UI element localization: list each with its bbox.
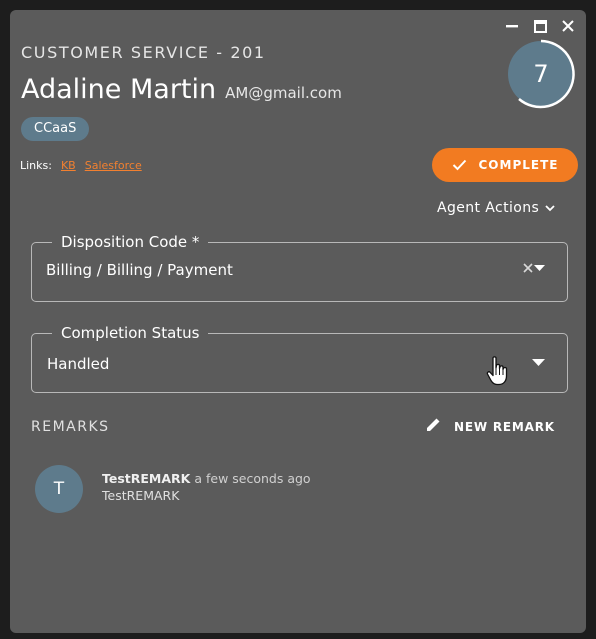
maximize-icon[interactable] xyxy=(532,18,548,34)
agent-actions-label: Agent Actions xyxy=(437,200,540,216)
customer-panel: CUSTOMER SERVICE - 201 Adaline Martin AM… xyxy=(10,10,586,633)
disposition-code-label: Disposition Code * xyxy=(52,233,209,251)
avatar: T xyxy=(35,465,83,513)
link-kb[interactable]: KB xyxy=(61,159,76,172)
links-row: Links: KB Salesforce xyxy=(20,159,142,172)
disposition-code-controls xyxy=(523,263,545,273)
disposition-code-field[interactable]: Disposition Code * Billing / Billing / P… xyxy=(31,233,568,302)
links-label: Links: xyxy=(20,159,52,172)
channel-chip: CCaaS xyxy=(21,117,90,141)
dropdown-arrow-icon[interactable] xyxy=(532,359,545,367)
completion-status-label: Completion Status xyxy=(52,324,209,342)
pencil-icon xyxy=(426,417,441,436)
disposition-code-value: Billing / Billing / Payment xyxy=(46,261,233,279)
completion-status-controls xyxy=(532,359,545,367)
new-remark-label: NEW REMARK xyxy=(454,419,555,434)
remark-author: TestREMARK xyxy=(102,471,191,486)
new-remark-button[interactable]: NEW REMARK xyxy=(426,417,555,436)
complete-button[interactable]: COMPLETE xyxy=(432,148,578,182)
remark-meta: TestREMARK a few seconds ago xyxy=(102,471,311,486)
queue-title: CUSTOMER SERVICE - 201 xyxy=(21,43,266,62)
close-icon[interactable] xyxy=(560,18,576,34)
window-controls xyxy=(504,18,576,34)
timer-badge: 7 xyxy=(505,38,577,110)
remark-body: TestREMARK a few seconds ago TestREMARK xyxy=(102,465,311,513)
remarks-heading: REMARKS xyxy=(31,419,110,435)
check-icon xyxy=(452,156,467,175)
hand-pointer-icon xyxy=(486,356,510,390)
complete-label: COMPLETE xyxy=(478,158,559,172)
remark-item: T TestREMARK a few seconds ago TestREMAR… xyxy=(35,465,311,513)
customer-name: Adaline Martin xyxy=(21,74,217,105)
agent-actions-menu[interactable]: Agent Actions xyxy=(437,200,555,216)
minimize-icon[interactable] xyxy=(504,18,520,34)
dropdown-arrow-icon[interactable] xyxy=(534,264,545,272)
customer-identity: Adaline Martin AM@gmail.com xyxy=(21,74,342,105)
link-salesforce[interactable]: Salesforce xyxy=(85,159,142,172)
completion-status-value: Handled xyxy=(47,355,110,373)
clear-icon[interactable] xyxy=(523,263,533,273)
chevron-down-icon xyxy=(545,200,555,216)
remark-text: TestREMARK xyxy=(102,488,180,503)
customer-email: AM@gmail.com xyxy=(225,84,342,102)
remark-time: a few seconds ago xyxy=(194,471,311,486)
timer-value: 7 xyxy=(533,60,549,88)
